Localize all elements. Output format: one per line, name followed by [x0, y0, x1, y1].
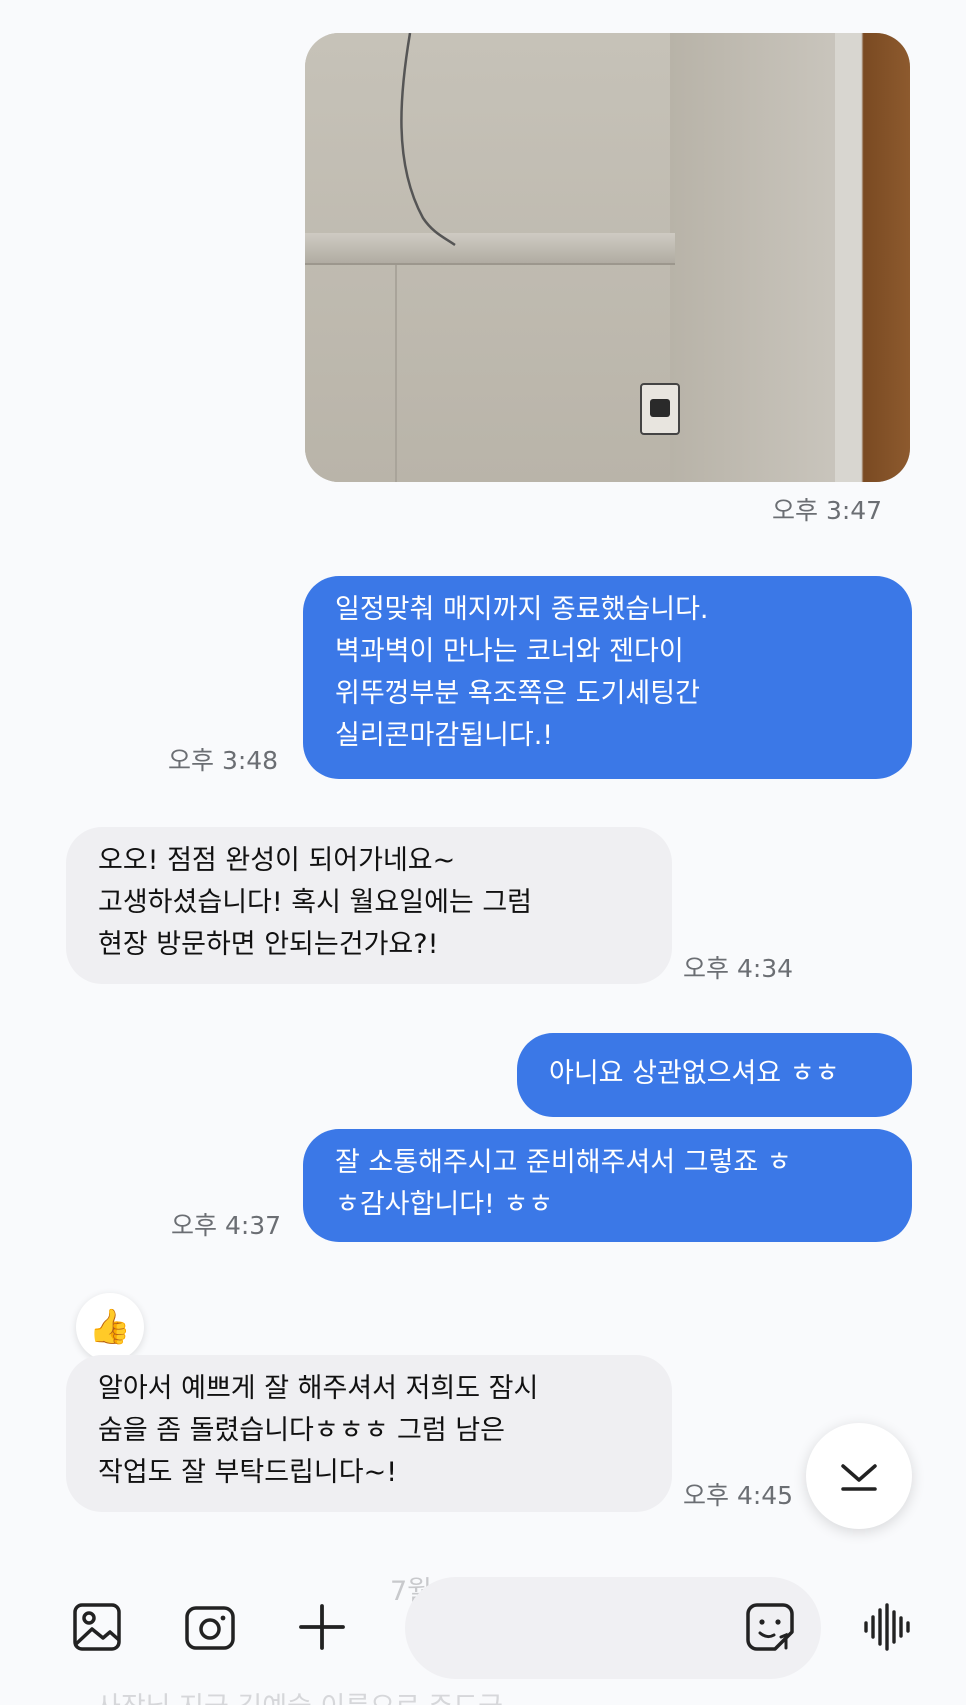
sticker-icon — [746, 1603, 794, 1651]
camera-button[interactable] — [182, 1599, 238, 1655]
message-time: 오후 3:47 — [772, 496, 883, 525]
thumbs-up-icon: 👍 — [88, 1307, 132, 1347]
voice-record-button[interactable] — [860, 1599, 916, 1655]
message-time: 오후 4:34 — [683, 954, 794, 983]
message-time: 오후 4:45 — [683, 1481, 794, 1510]
photo-message[interactable] — [305, 33, 910, 482]
message-time: 오후 4:37 — [171, 1211, 282, 1240]
message-time: 오후 3:48 — [168, 746, 279, 775]
sticker-button[interactable] — [742, 1599, 798, 1655]
scroll-to-bottom-button[interactable] — [806, 1423, 912, 1529]
photo-content-wire — [400, 33, 456, 247]
my-message-bubble[interactable]: 아니요 상관없으셔요 ㅎㅎ — [517, 1033, 912, 1117]
gallery-button[interactable] — [69, 1599, 125, 1655]
received-message-bubble[interactable]: 오오! 점점 완성이 되어가네요~ 고생하셨습니다! 혹시 월요일에는 그럼 현… — [66, 827, 672, 984]
plus-icon — [299, 1604, 345, 1650]
image-icon — [73, 1603, 121, 1651]
thumbs-up-reaction[interactable]: 👍 — [76, 1293, 144, 1361]
attach-plus-button[interactable] — [294, 1599, 350, 1655]
my-message-bubble[interactable]: 잘 소통해주시고 준비해주셔서 그렇죠 ㅎ ㅎ감사합니다! ㅎㅎ — [303, 1129, 912, 1242]
camera-icon — [185, 1606, 235, 1650]
chevron-down-icon — [841, 1464, 877, 1491]
voice-wave-icon — [864, 1603, 910, 1651]
received-message-bubble[interactable]: 알아서 예쁘게 잘 해주셔서 저희도 잠시 숨을 좀 돌렸습니다ㅎㅎㅎ 그럼 남… — [66, 1355, 672, 1512]
message-preview: 사장님 지금 김예슬 이름으로 주도급 — [96, 1685, 503, 1705]
my-message-bubble[interactable]: 일정맞춰 매지까지 종료했습니다. 벽과벽이 만나는 코너와 젠다이 위뚜껑부분… — [303, 576, 912, 779]
